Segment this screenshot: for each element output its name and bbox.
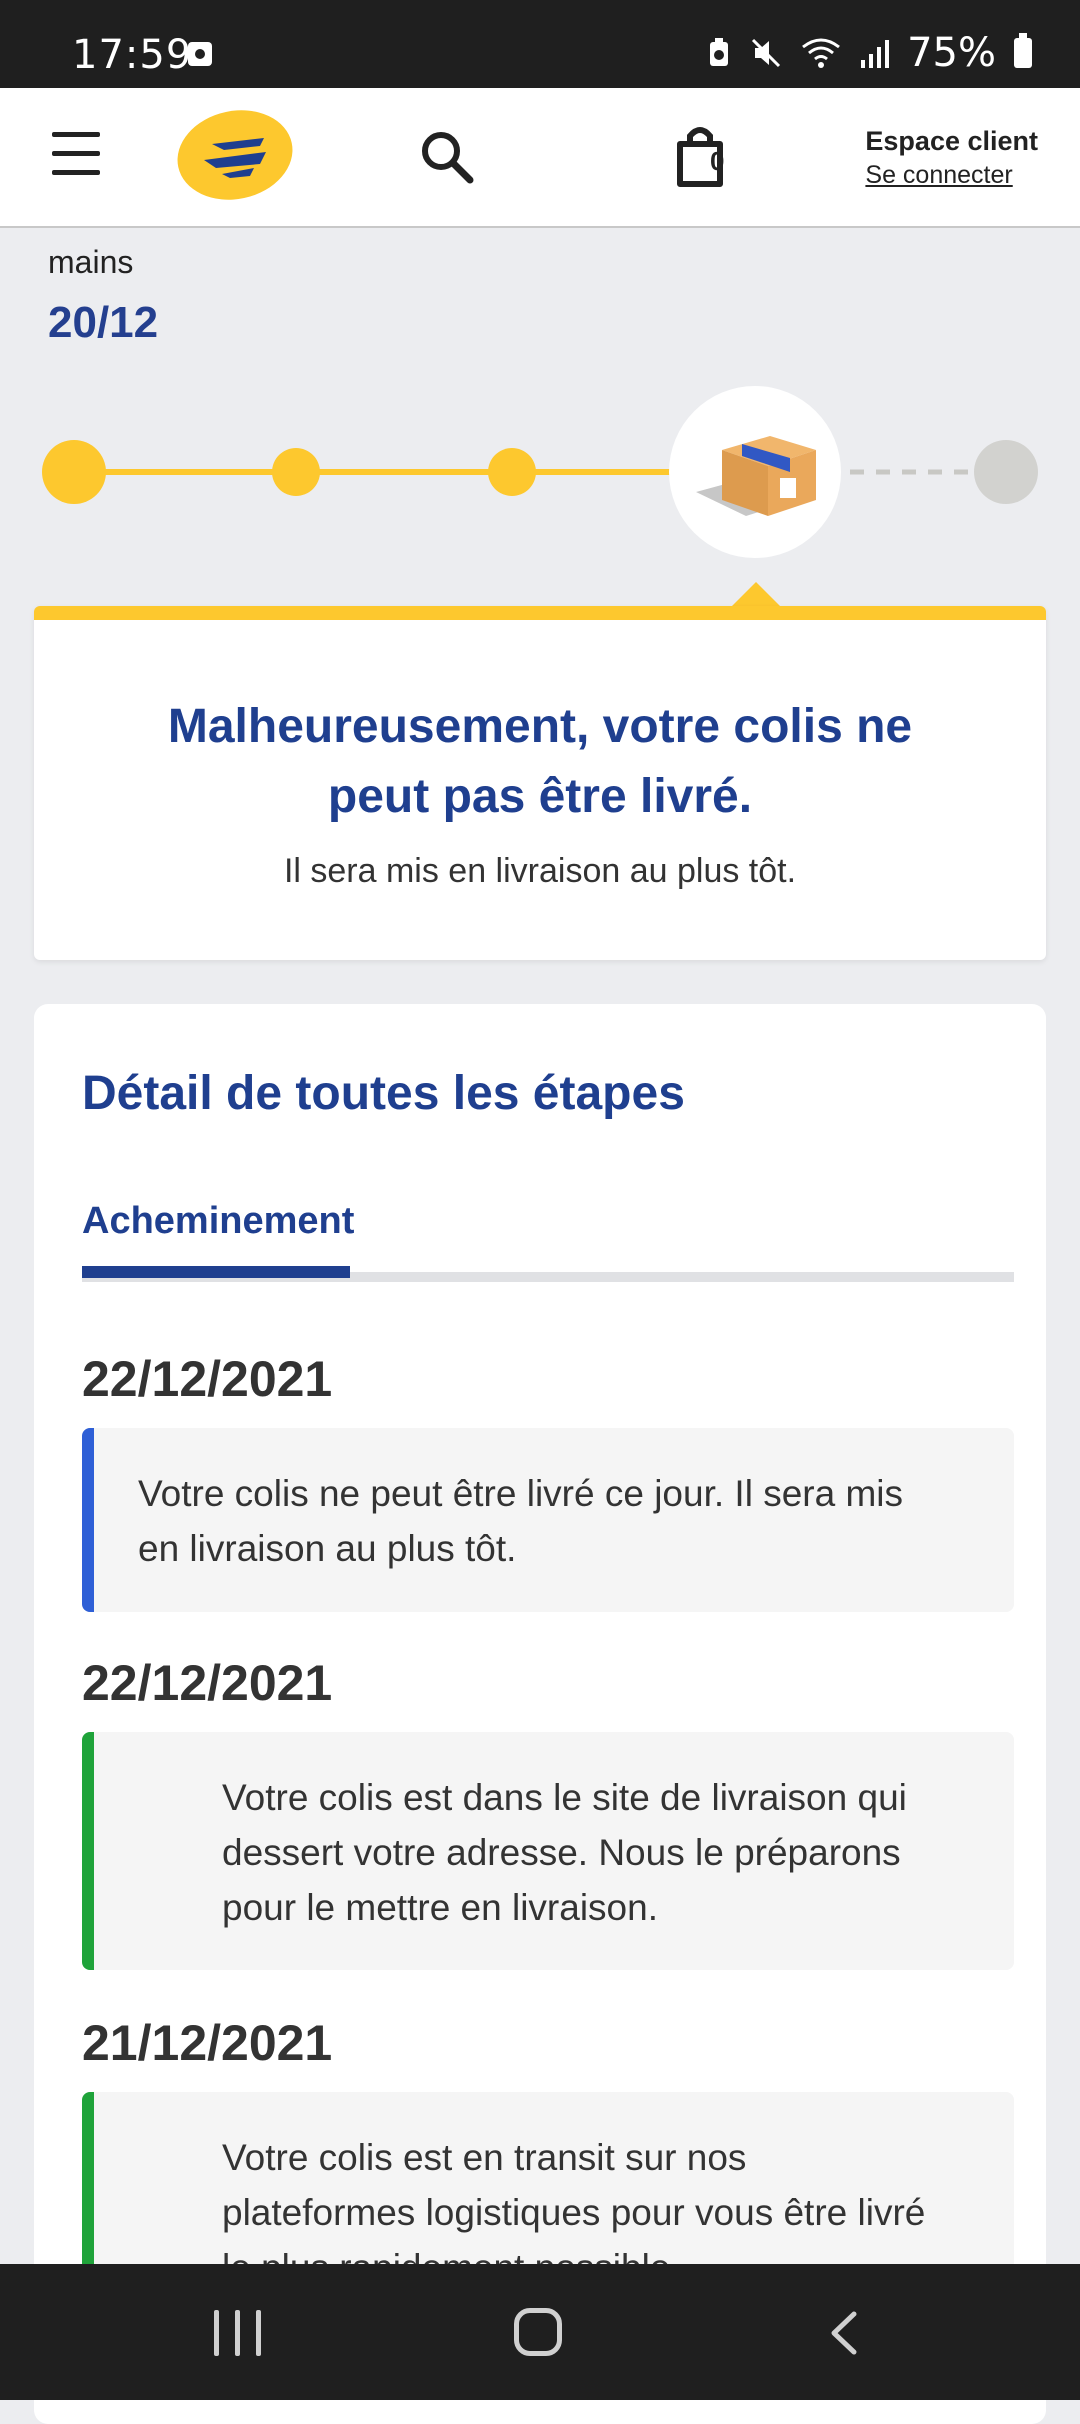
status-icons: 75% [707, 30, 1032, 76]
battery-percent: 75% [907, 30, 996, 76]
progress-step-3 [488, 448, 536, 496]
card-pointer [730, 582, 782, 608]
event-date: 22/12/2021 [82, 1655, 333, 1711]
status-title: Malheureusement, votre colis ne peut pas… [167, 700, 913, 823]
progress-step-2 [272, 448, 320, 496]
account-area[interactable]: Espace client Se connecter [865, 126, 1038, 190]
tracking-details-card: Détail de toutes les étapes Acheminement… [34, 1004, 1046, 2424]
event-date: 21/12/2021 [82, 2015, 333, 2071]
la-poste-logo[interactable] [176, 110, 294, 200]
recent-apps-button[interactable] [214, 2310, 264, 2356]
delivery-progress-tracker [42, 386, 1038, 558]
progress-step-5 [974, 440, 1038, 504]
back-button[interactable] [826, 2310, 860, 2356]
login-link[interactable]: Se connecter [865, 161, 1038, 190]
event-item: Votre colis est dans le site de livraiso… [82, 1732, 1014, 1970]
account-title: Espace client [865, 126, 1038, 156]
event-status-bar [82, 1428, 94, 1612]
home-button[interactable] [514, 2308, 562, 2356]
event-item: Votre colis ne peut être livré ce jour. … [82, 1428, 1014, 1612]
summary-label: mains [48, 244, 134, 280]
details-title: Détail de toutes les étapes [82, 1067, 685, 1120]
summary-date: 20/12 [48, 298, 159, 347]
tab-active-indicator [82, 1266, 350, 1278]
event-status-bar [82, 1732, 94, 1970]
status-time: 17:59 [72, 32, 193, 78]
event-text: Votre colis ne peut être livré ce jour. … [138, 1473, 904, 1569]
battery-icon [1014, 33, 1032, 68]
signal-icon [861, 40, 890, 68]
mute-icon [752, 38, 781, 68]
delivery-status-card: Malheureusement, votre colis ne peut pas… [34, 606, 1046, 960]
menu-icon[interactable] [52, 132, 100, 176]
battery-saver-icon [710, 38, 729, 66]
status-subtitle: Il sera mis en livraison au plus tôt. [283, 852, 797, 890]
event-date: 22/12/2021 [82, 1351, 333, 1407]
event-text: Votre colis est dans le site de livraiso… [222, 1777, 907, 1928]
tab-acheminement[interactable]: Acheminement [82, 1200, 354, 1243]
progress-step-1 [42, 440, 106, 504]
alarm-icon [188, 42, 212, 66]
app-header: 0 Espace client Se connecter [0, 88, 1080, 228]
wifi-icon [802, 38, 841, 68]
cart-count: 0 [710, 146, 725, 176]
status-bar: 17:59 75% [0, 0, 1080, 88]
system-nav-bar [0, 2264, 1080, 2400]
search-icon[interactable] [418, 128, 474, 184]
